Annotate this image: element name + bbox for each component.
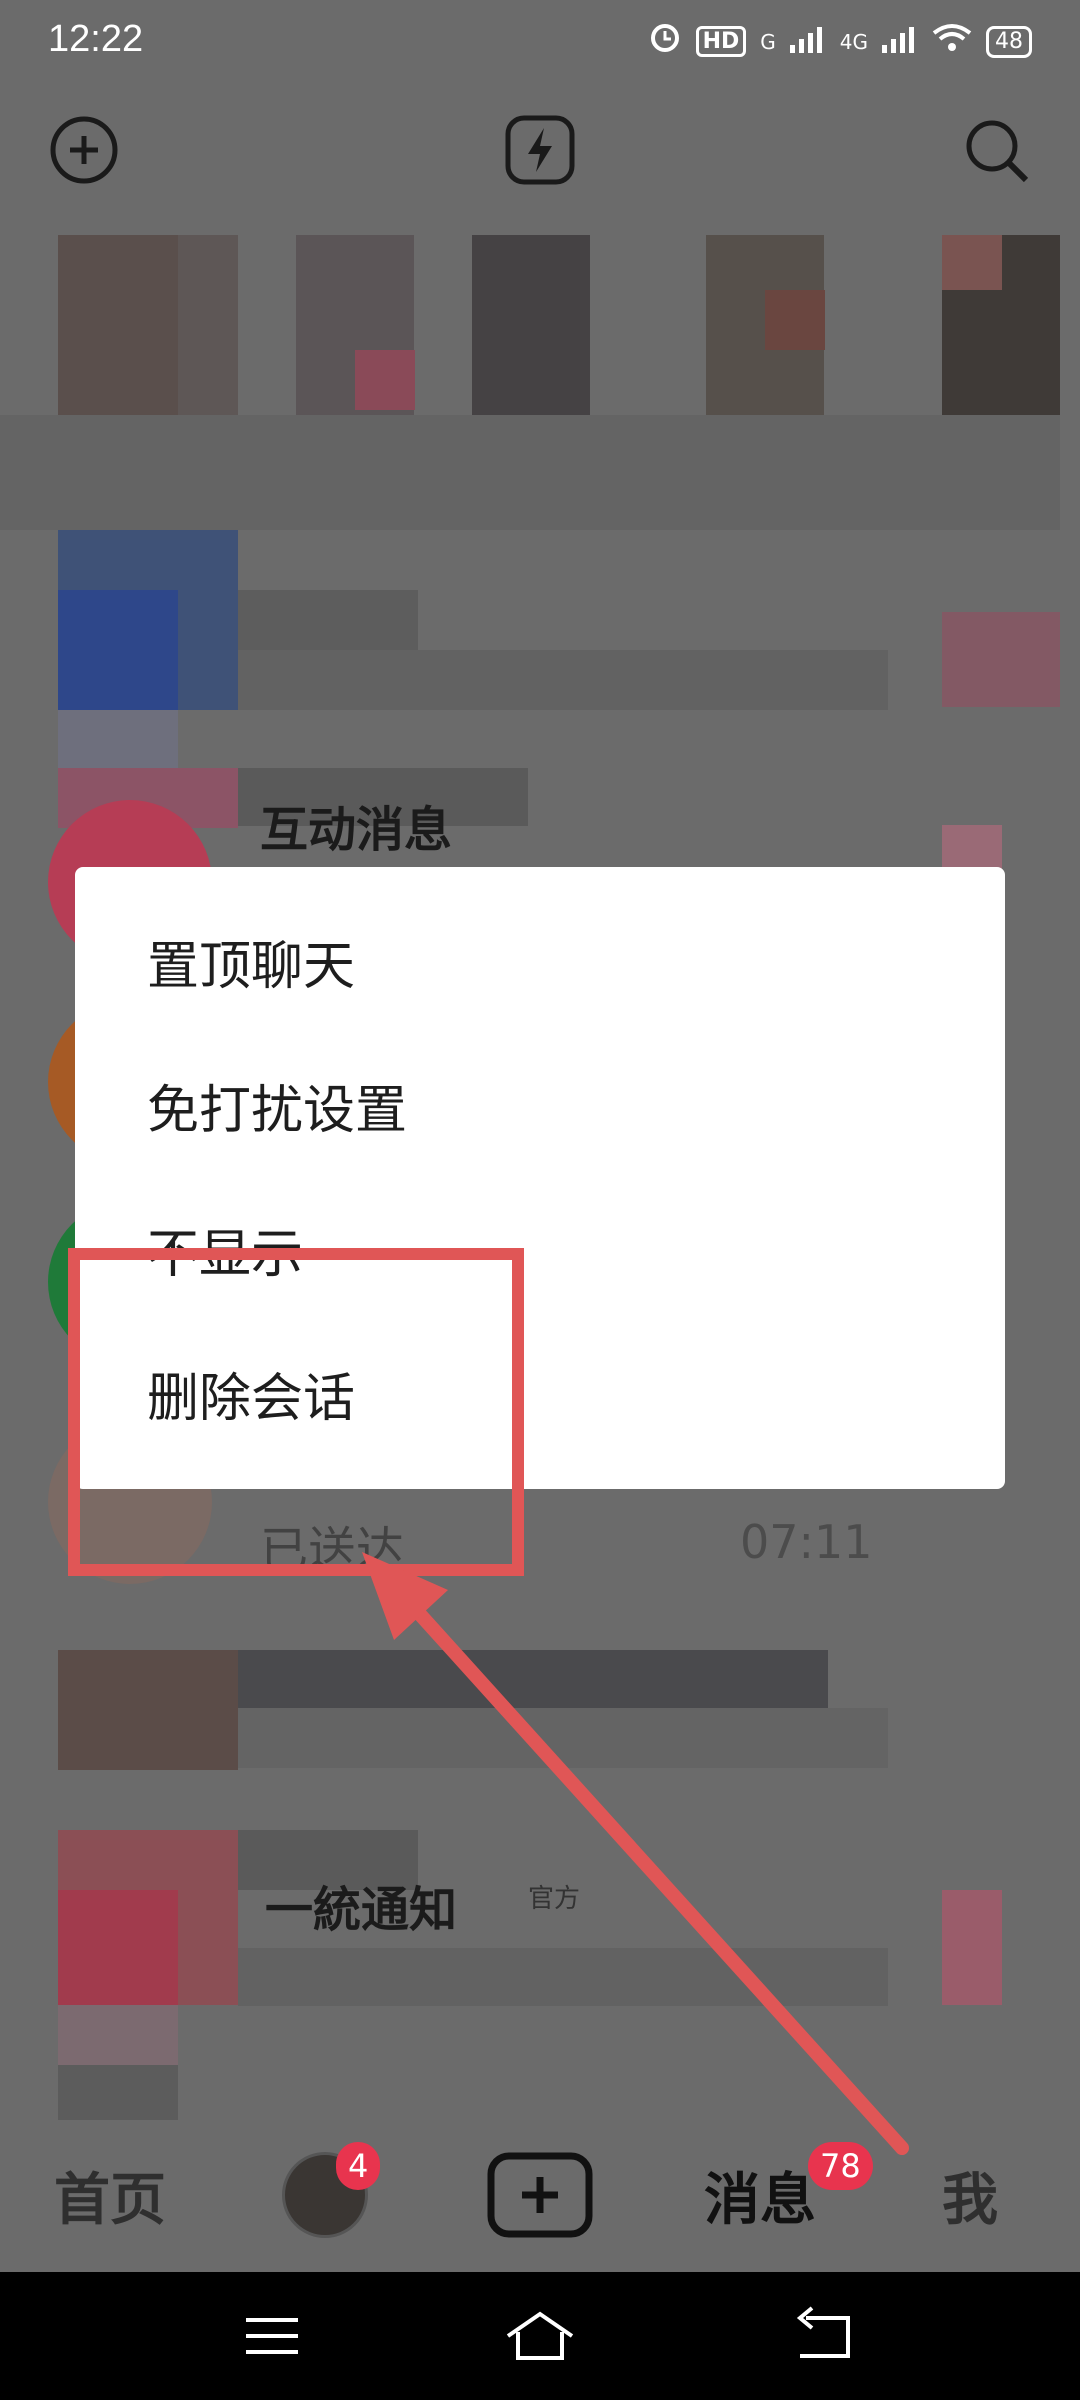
annotation-highlight-box: [68, 1248, 524, 1576]
mosaic-tile: [355, 350, 415, 410]
mosaic-tile: [58, 2005, 178, 2065]
mosaic-tile: [0, 415, 1060, 530]
status-bar: 12:22 HD G 4G 48: [0, 0, 1080, 80]
mosaic-tile: [238, 1948, 888, 2006]
menu-item-do-not-disturb[interactable]: 免打扰设置: [147, 1056, 947, 1166]
home-icon[interactable]: [500, 2296, 580, 2376]
mosaic-tile: [238, 590, 418, 650]
conversation-time: 07:11: [740, 1515, 873, 1569]
tab-me[interactable]: 我: [920, 2120, 1020, 2270]
status-time: 12:22: [48, 18, 144, 60]
mosaic-tile: [58, 1650, 238, 1770]
mosaic-tile: [765, 290, 825, 350]
wifi-icon: [932, 21, 972, 62]
lightning-icon[interactable]: [502, 112, 578, 188]
mosaic-tile: [238, 1708, 888, 1768]
search-icon[interactable]: [958, 112, 1034, 188]
conversation-title: 互动消息: [260, 802, 453, 858]
alarm-icon: [648, 20, 682, 63]
bottom-tab-bar: 首页 4 消息 78 我: [0, 2120, 1080, 2270]
messages-badge: 78: [808, 2142, 873, 2190]
mosaic-tile: [58, 710, 178, 770]
hd-icon: HD: [695, 26, 747, 57]
back-icon[interactable]: [784, 2296, 864, 2376]
menu-item-pin-chat[interactable]: 置顶聊天: [147, 912, 947, 1022]
screen: 互动消息 已送达 07:11 一統通知 官方 12:22 HD G 4G 48 …: [0, 0, 1080, 2400]
mosaic-tile: [472, 235, 590, 415]
conversation-title: 一統通知: [265, 1882, 458, 1938]
tab-home[interactable]: 首页: [30, 2120, 190, 2270]
network-label: 4G: [839, 29, 868, 54]
official-tag: 官方: [528, 1884, 581, 1914]
mosaic-tile: [238, 650, 888, 710]
signal-icon: [789, 21, 826, 62]
tab-messages-label: 消息: [704, 2167, 816, 2233]
tab-messages[interactable]: 消息 78: [680, 2120, 873, 2270]
top-bar: [0, 100, 1080, 200]
mosaic-tile: [58, 590, 178, 710]
mosaic-tile: [942, 612, 1060, 707]
mosaic-tile: [58, 2065, 178, 2120]
system-navigation-bar: [0, 2272, 1080, 2400]
network-label: G: [760, 29, 776, 54]
mosaic-tile: [942, 235, 1002, 290]
publish-button[interactable]: [482, 2120, 598, 2270]
tab-home-label: 首页: [54, 2167, 166, 2233]
plus-circle-icon[interactable]: [46, 112, 122, 188]
mosaic-tile: [58, 1890, 178, 2005]
plus-square-icon: [487, 2152, 593, 2238]
mosaic-tile: [178, 235, 238, 415]
status-icons: HD G 4G 48: [648, 20, 1032, 63]
mosaic-tile: [58, 235, 178, 415]
tab-me-label: 我: [942, 2167, 998, 2233]
battery-indicator: 48: [986, 25, 1032, 58]
menu-icon[interactable]: [232, 2296, 312, 2376]
friends-badge: 4: [336, 2142, 381, 2190]
mosaic-tile: [942, 1890, 1002, 2005]
mosaic-tile: [942, 825, 1002, 870]
tab-friends[interactable]: 4: [280, 2120, 381, 2270]
signal-icon: [882, 21, 918, 62]
mosaic-tile: [238, 1650, 828, 1708]
